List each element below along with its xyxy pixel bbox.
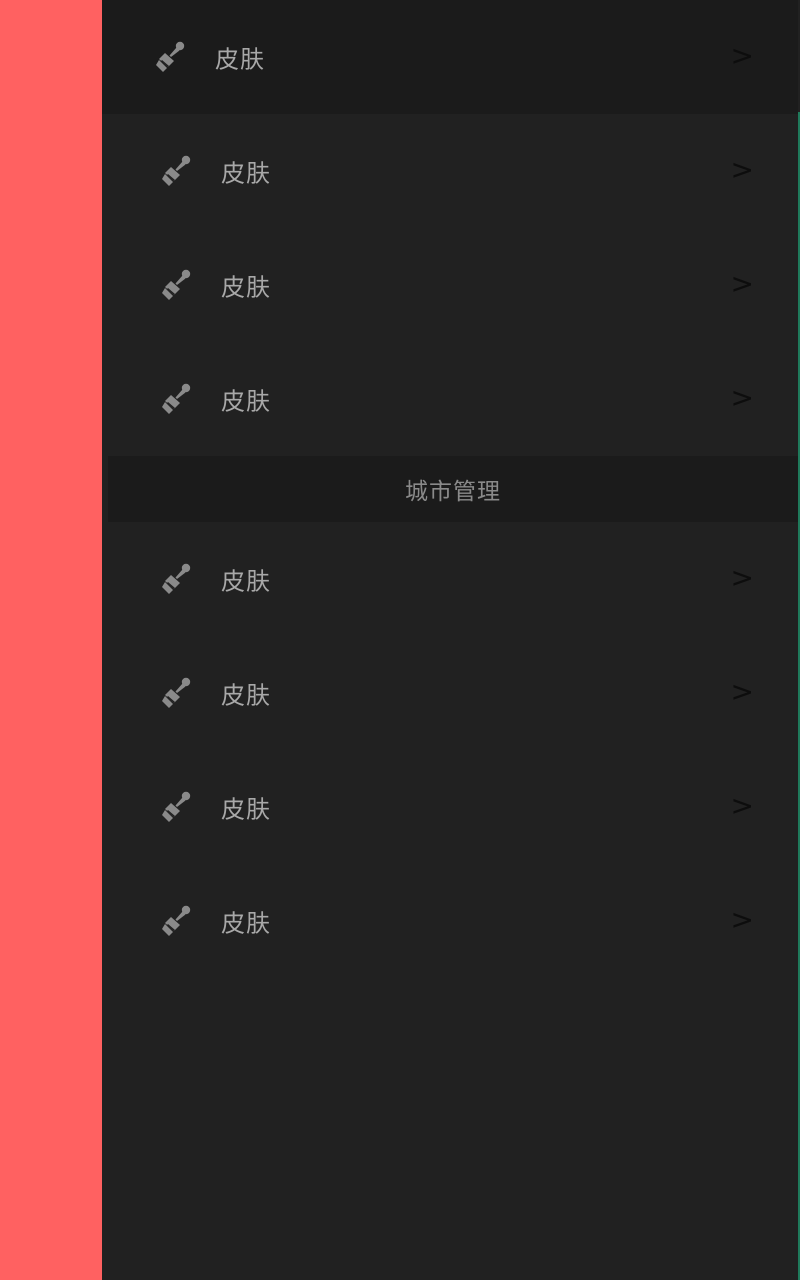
menu-item-label: 皮肤	[221, 273, 271, 302]
brush-icon	[162, 269, 191, 300]
chevron-right-icon: >	[730, 675, 754, 709]
chevron-right-icon: >	[730, 381, 754, 415]
menu-group-2: 皮肤 > 皮肤 > 皮肤 > 皮肤 >	[108, 522, 798, 978]
menu-item[interactable]: 皮肤 >	[108, 636, 798, 750]
brush-icon	[162, 905, 191, 936]
menu-item-label: 皮肤	[221, 159, 271, 188]
drawer-content: 皮肤 > 皮肤 > 皮肤 > 皮肤 > 城市管理 皮肤 > 皮肤 > 皮肤 > …	[102, 0, 798, 1280]
menu-item-label: 皮肤	[215, 45, 265, 74]
menu-item[interactable]: 皮肤 >	[108, 750, 798, 864]
menu-item[interactable]: 皮肤 >	[108, 228, 798, 342]
menu-item[interactable]: 皮肤 >	[108, 342, 798, 456]
app-root: 皮肤 > 皮肤 > 皮肤 > 皮肤 > 城市管理 皮肤 > 皮肤 > 皮肤 > …	[0, 0, 800, 1280]
chevron-right-icon: >	[730, 153, 754, 187]
menu-item[interactable]: 皮肤 >	[108, 114, 798, 228]
brush-icon	[162, 383, 191, 414]
chevron-right-icon: >	[730, 789, 754, 823]
menu-item-label: 皮肤	[221, 795, 271, 824]
main-content-peek[interactable]	[0, 0, 102, 1280]
brush-icon	[162, 155, 191, 186]
chevron-right-icon: >	[730, 561, 754, 595]
chevron-right-icon: >	[730, 39, 754, 73]
menu-item-label: 皮肤	[221, 681, 271, 710]
menu-group-1: 皮肤 > 皮肤 > 皮肤 > 皮肤 >	[102, 0, 798, 456]
brush-icon	[162, 791, 191, 822]
brush-icon	[156, 41, 185, 72]
menu-item[interactable]: 皮肤 >	[102, 0, 798, 114]
menu-item[interactable]: 皮肤 >	[108, 864, 798, 978]
chevron-right-icon: >	[730, 267, 754, 301]
navigation-drawer: 皮肤 > 皮肤 > 皮肤 > 皮肤 > 城市管理 皮肤 > 皮肤 > 皮肤 > …	[102, 0, 800, 1280]
chevron-right-icon: >	[730, 903, 754, 937]
menu-item-label: 皮肤	[221, 909, 271, 938]
section-header-city-management: 城市管理	[108, 456, 798, 522]
menu-item-label: 皮肤	[221, 567, 271, 596]
menu-item-label: 皮肤	[221, 387, 271, 416]
brush-icon	[162, 677, 191, 708]
menu-item[interactable]: 皮肤 >	[108, 522, 798, 636]
brush-icon	[162, 563, 191, 594]
